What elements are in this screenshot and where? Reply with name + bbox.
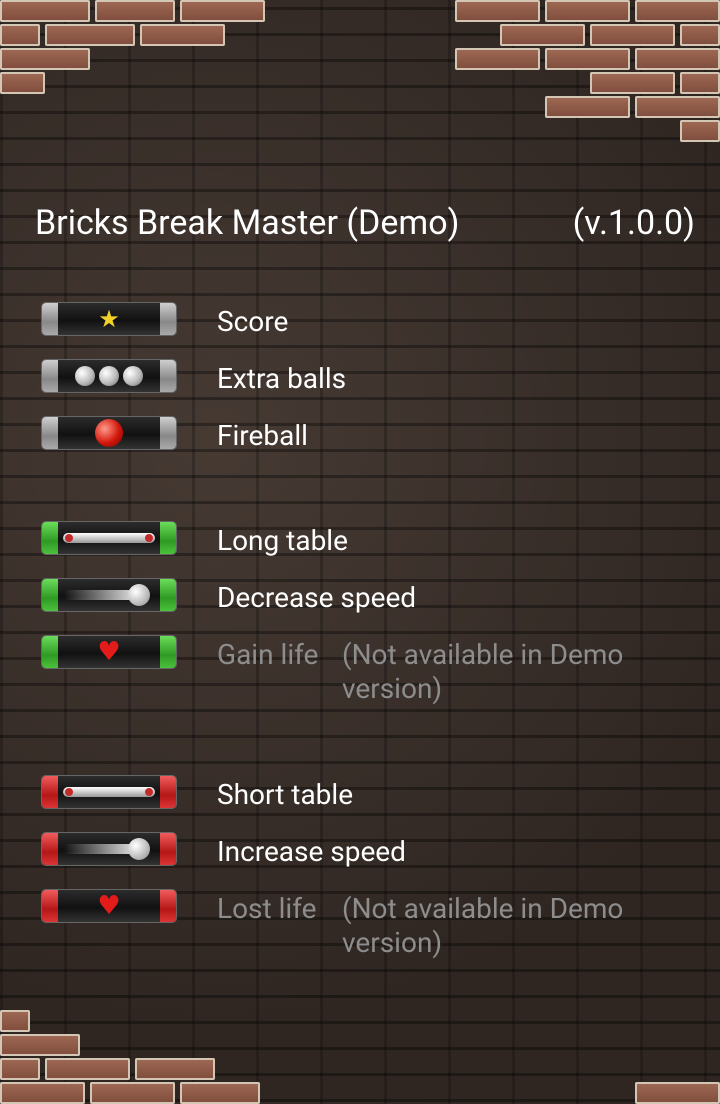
legend-item-increase-speed: Increase speed bbox=[42, 833, 702, 868]
legend-item-fireball: Fireball bbox=[42, 417, 702, 452]
title-row: Bricks Break Master (Demo) (v.1.0.0) bbox=[35, 203, 695, 247]
lost-life-powerup-icon: ♥ bbox=[42, 890, 176, 922]
app-version: (v.1.0.0) bbox=[572, 203, 695, 243]
increase-speed-icon bbox=[64, 837, 154, 861]
extra-balls-powerup-icon bbox=[42, 360, 176, 392]
decrease-speed-powerup-icon bbox=[42, 579, 176, 611]
heart-icon: ♥ bbox=[97, 637, 121, 667]
legend-item-extra-balls: Extra balls bbox=[42, 360, 702, 395]
heart-icon: ♥ bbox=[97, 891, 121, 921]
legend-label-increase-speed: Increase speed bbox=[217, 835, 406, 868]
legend-item-long-table: Long table bbox=[42, 522, 702, 557]
fireball-icon bbox=[95, 419, 123, 447]
legend-item-gain-life: ♥ Gain life (Not available in Demo versi… bbox=[42, 636, 702, 710]
short-table-icon bbox=[63, 787, 155, 797]
app-title: Bricks Break Master (Demo) bbox=[35, 203, 460, 243]
legend-item-score: ★ Score bbox=[42, 303, 702, 338]
long-table-icon bbox=[63, 533, 155, 543]
legend-label-gain-life: Gain life bbox=[217, 638, 319, 671]
legend-label-long-table: Long table bbox=[217, 524, 348, 557]
legend-note-lost-life: (Not available in Demo version) bbox=[342, 892, 624, 959]
gain-life-powerup-icon: ♥ bbox=[42, 636, 176, 668]
legend-label-short-table: Short table bbox=[217, 778, 354, 811]
legend-label-score: Score bbox=[217, 305, 289, 338]
fireball-powerup-icon bbox=[42, 417, 176, 449]
short-table-powerup-icon bbox=[42, 776, 176, 808]
decrease-speed-icon bbox=[64, 583, 154, 607]
star-icon: ★ bbox=[98, 305, 120, 333]
long-table-powerup-icon bbox=[42, 522, 176, 554]
legend-note-gain-life: (Not available in Demo version) bbox=[342, 638, 624, 705]
extra-balls-icon bbox=[58, 360, 160, 392]
score-powerup-icon: ★ bbox=[42, 303, 176, 335]
legend-item-lost-life: ♥ Lost life (Not available in Demo versi… bbox=[42, 890, 702, 964]
legend-label-decrease-speed: Decrease speed bbox=[217, 581, 417, 614]
legend-item-short-table: Short table bbox=[42, 776, 702, 811]
legend-item-decrease-speed: Decrease speed bbox=[42, 579, 702, 614]
legend-label-fireball: Fireball bbox=[217, 419, 308, 452]
legend-label-lost-life: Lost life bbox=[217, 892, 317, 925]
legend-label-extra-balls: Extra balls bbox=[217, 362, 347, 395]
increase-speed-powerup-icon bbox=[42, 833, 176, 865]
